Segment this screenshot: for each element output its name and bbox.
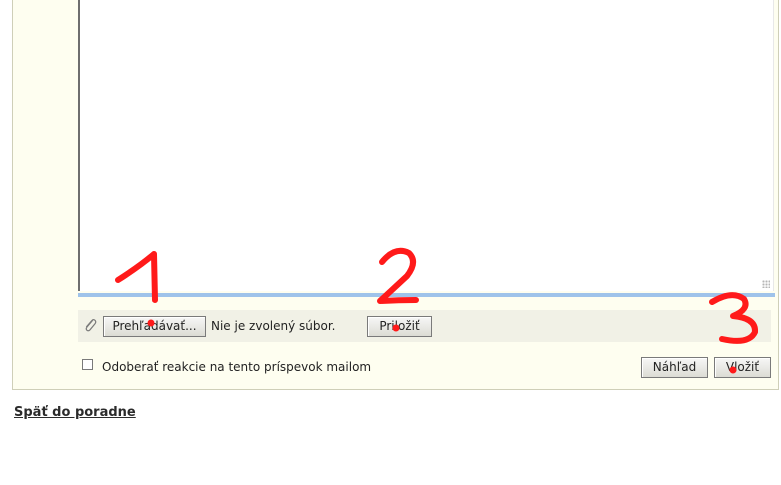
subscribe-checkbox[interactable] xyxy=(82,358,93,370)
insert-button[interactable]: Vložiť xyxy=(714,357,771,378)
subscribe-option[interactable]: Odoberať reakcie na tento príspevok mail… xyxy=(82,358,372,375)
subscribe-label: Odoberať reakcie na tento príspevok mail… xyxy=(102,360,372,374)
resize-grip-icon[interactable] xyxy=(762,280,770,288)
file-status-text: Nie je zvolený súbor. xyxy=(211,319,336,333)
attach-button[interactable]: Priložiť xyxy=(367,316,432,337)
browse-file-button[interactable]: Prehľadávať... xyxy=(103,316,206,337)
attachment-row: Prehľadávať... Nie je zvolený súbor. Pri… xyxy=(78,310,771,342)
paperclip-icon xyxy=(85,319,97,332)
back-to-advice-link[interactable]: Späť do poradne xyxy=(14,405,136,420)
message-textarea[interactable] xyxy=(78,0,774,291)
editor-bottom-bar xyxy=(78,293,775,297)
preview-button[interactable]: Náhľad xyxy=(641,357,708,378)
